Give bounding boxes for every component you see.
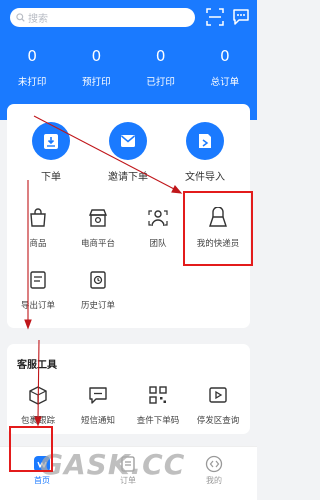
package-icon [29,386,47,405]
message-icon[interactable] [232,8,250,26]
grid-label: 电商平台 [80,239,115,249]
annotation-box-courier [183,191,253,266]
section-title: 客服工具 [17,360,57,371]
file-import-label: 文件导入 [185,172,225,183]
history-icon [90,271,106,289]
grid-item-export-orders[interactable]: 导出订单 [8,269,68,311]
stat-value: 0 [91,47,102,65]
watermark: GASK.CC [40,448,186,481]
stat-label: 未打印 [17,77,47,88]
stat-label: 总订单 [210,77,240,88]
grid-label: 包裹跟踪 [20,416,55,426]
store-icon [88,209,108,227]
grid-item-history-orders[interactable]: 历史订单 [68,269,128,311]
stat-label: 预打印 [82,77,111,88]
invite-order-label: 邀请下单 [108,172,148,183]
grid-label: 停发区查询 [196,416,240,426]
service-tools-card: 客服工具 包裹跟踪 短信通知 查件下单码 停发区查询 [7,344,250,434]
grid-item-team[interactable]: 团队 [128,207,188,249]
stat-value: 0 [220,47,230,65]
export-icon [30,271,46,289]
service-item-sms-notify[interactable]: 短信通知 [68,384,128,426]
grid-label: 导出订单 [20,301,55,311]
file-import-icon [186,122,224,160]
scan-icon[interactable] [206,8,224,26]
team-icon [148,210,168,227]
invite-order-icon [109,122,147,160]
stat-value: 0 [155,47,166,65]
place-order-icon [32,122,70,160]
shopping-bag-icon [30,208,46,227]
file-import-button[interactable]: 文件导入 [170,122,240,183]
place-order-button[interactable]: 下单 [16,122,86,183]
search-icon [16,13,25,22]
place-order-label: 下单 [41,172,61,183]
service-item-package-tracking[interactable]: 包裹跟踪 [8,384,68,426]
qr-code-icon [149,386,167,404]
stat-value: 0 [27,47,37,65]
order-stats: 0 未打印 0 预打印 0 已打印 0 总订单 [0,46,257,96]
truck-icon [209,387,227,403]
sms-icon [89,387,107,404]
grid-label: 团队 [149,239,167,249]
stat-printed[interactable]: 0 已打印 [129,46,193,96]
service-item-suspended-area[interactable]: 停发区查询 [188,384,248,426]
grid-item-products[interactable]: 商品 [8,207,68,249]
stat-preprinted[interactable]: 0 预打印 [64,46,128,96]
service-item-query-code[interactable]: 查件下单码 [128,384,188,426]
grid-label: 商品 [29,239,47,249]
grid-label: 历史订单 [80,301,115,311]
annotation-box-home [9,426,53,472]
stat-total-orders[interactable]: 0 总订单 [193,46,257,96]
invite-order-button[interactable]: 邀请下单 [93,122,163,183]
stat-label: 已打印 [146,77,175,88]
grid-label: 查件下单码 [136,416,180,426]
search-bar[interactable]: 搜索 [10,8,195,27]
search-placeholder: 搜索 [28,14,48,25]
stat-unprinted[interactable]: 0 未打印 [0,46,64,96]
grid-label: 短信通知 [80,416,115,426]
grid-item-ecommerce[interactable]: 电商平台 [68,207,128,249]
